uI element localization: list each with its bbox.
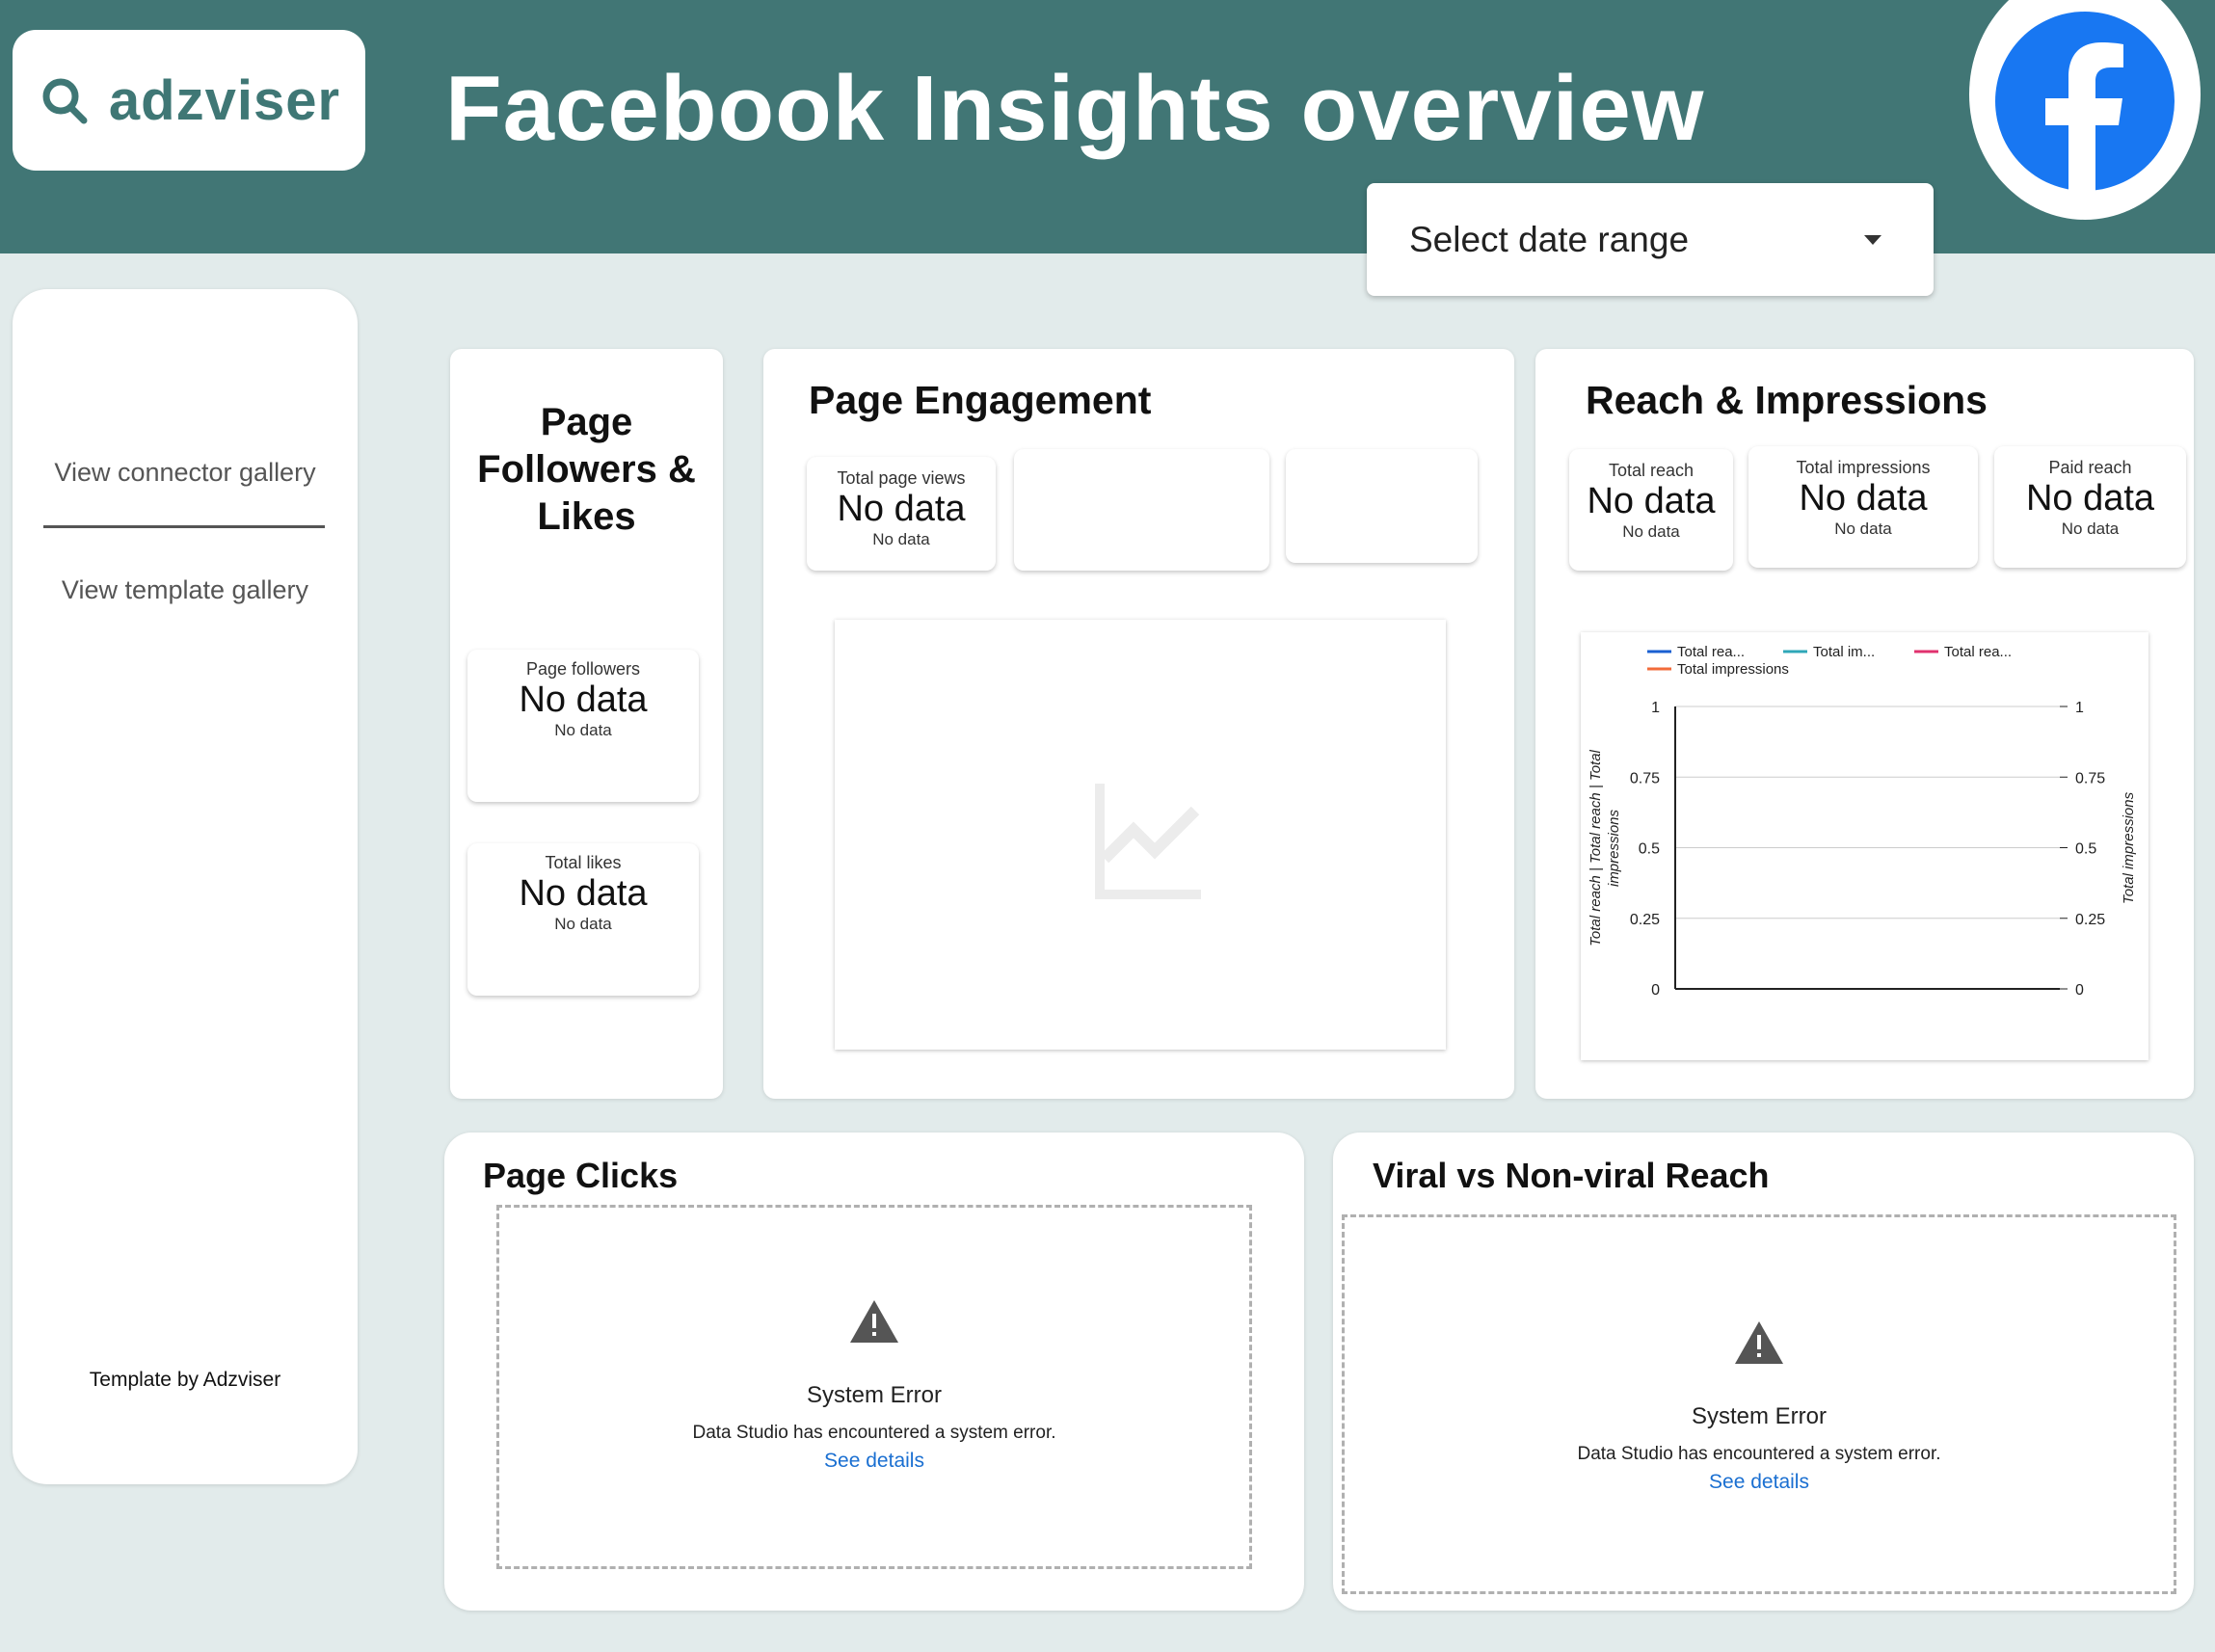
followers-title: Page Followers & Likes <box>477 401 696 538</box>
legend-label: Total rea... <box>1944 644 2012 660</box>
legend-label: Total im... <box>1813 644 1875 660</box>
error-title: System Error <box>806 1382 942 1408</box>
clicks-error-box: System Error Data Studio has encountered… <box>496 1205 1252 1569</box>
see-details-link[interactable]: See details <box>499 1450 1249 1473</box>
line-chart-icon <box>1095 784 1201 899</box>
scorecard-label: Total reach <box>1608 461 1695 480</box>
date-range-label: Select date range <box>1409 219 1690 259</box>
warning-icon <box>850 1300 898 1343</box>
y2-tick-label: 0.5 <box>2075 841 2096 858</box>
brand-name: adzviser <box>108 68 341 132</box>
y2-tick-label: 1 <box>2075 700 2084 716</box>
scorecard-value: No data <box>519 873 648 914</box>
y2-tick-label: 0.75 <box>2075 770 2105 786</box>
reach-title: Reach & Impressions <box>1586 378 1988 422</box>
scorecard-label: Total page views <box>837 468 966 488</box>
legend-label: Total rea... <box>1677 644 1745 660</box>
date-range-picker[interactable]: Select date range <box>1367 183 1934 296</box>
engagement-title: Page Engagement <box>809 378 1152 422</box>
scorecard-comparison: No data <box>1622 522 1680 541</box>
clicks-title: Page Clicks <box>483 1156 679 1195</box>
connector-gallery-link[interactable]: View connector gallery <box>13 458 358 488</box>
y-tick-label: 1 <box>1651 700 1660 716</box>
y-axis-title: Total reach | Total reach | Total <box>1588 749 1604 946</box>
total-impressions-scorecard: Total impressions No data No data <box>1748 446 1978 568</box>
total-likes-scorecard: Total likes No data No data <box>467 843 699 996</box>
scorecard-label: Total likes <box>545 853 622 872</box>
paid-reach-scorecard: Paid reach No data No data <box>1994 446 2186 568</box>
viral-title: Viral vs Non-viral Reach <box>1373 1156 1770 1195</box>
sidebar-divider <box>43 525 325 528</box>
scorecard-comparison: No data <box>554 721 612 739</box>
page-followers-scorecard: Page followers No data No data <box>467 650 699 802</box>
scorecard-value: No data <box>1587 481 1716 521</box>
scorecard-comparison: No data <box>2061 520 2120 538</box>
empty-scorecard <box>1014 449 1269 571</box>
y-axis-title: impressions <box>1606 809 1622 887</box>
y-tick-label: 0.5 <box>1639 841 1660 858</box>
y-tick-label: 0.75 <box>1630 770 1660 786</box>
empty-scorecard <box>1286 449 1478 563</box>
viral-error-box: System Error Data Studio has encountered… <box>1342 1214 2176 1594</box>
scorecard-comparison: No data <box>554 915 612 933</box>
total-reach-scorecard: Total reach No data No data <box>1569 449 1733 571</box>
scorecard-comparison: No data <box>872 530 930 548</box>
reach-chart: Total rea... Total im... Total rea... Total… <box>1581 632 2148 1060</box>
scorecard-value: No data <box>519 679 648 720</box>
y2-tick-label: 0.25 <box>2075 912 2105 928</box>
reach-line-chart: Total rea... Total im... Total rea...Total… <box>1588 644 2137 999</box>
page-title: Facebook Insights overview <box>445 57 1705 160</box>
caret-down-icon <box>1864 234 1881 245</box>
y-tick-label: 0.25 <box>1630 912 1660 928</box>
error-message: Data Studio has encountered a system err… <box>692 1423 1056 1443</box>
error-message: Data Studio has encountered a system err… <box>1577 1444 1941 1464</box>
scorecard-label: Total impressions <box>1796 458 1931 477</box>
scorecard-value: No data <box>837 489 966 529</box>
scorecard-label: Paid reach <box>2048 458 2132 477</box>
viral-panel: Viral vs Non-viral Reach System Error Da… <box>1333 1132 2194 1611</box>
search-icon <box>42 78 88 124</box>
scorecard-value: No data <box>1799 478 1928 519</box>
template-gallery-link[interactable]: View template gallery <box>13 575 358 605</box>
facebook-icon <box>1995 12 2175 191</box>
scorecard-comparison: No data <box>1834 520 1892 538</box>
engagement-chart-placeholder <box>835 620 1446 1050</box>
scorecard-value: No data <box>2025 478 2155 519</box>
scorecard-label: Page followers <box>525 659 641 679</box>
y2-tick-label: 0 <box>2075 982 2084 999</box>
sidebar-footer: Template by Adzviser <box>89 1369 281 1391</box>
adzviser-logo[interactable]: adzviser <box>13 30 365 171</box>
legend-label: Total impressions <box>1677 661 1789 678</box>
sidebar: View connector gallery View template gal… <box>13 289 358 1484</box>
see-details-link[interactable]: See details <box>1345 1471 2174 1494</box>
total-page-views-scorecard: Total page views No data No data <box>807 457 996 571</box>
y-tick-label: 0 <box>1651 982 1660 999</box>
error-title: System Error <box>1691 1403 1827 1429</box>
warning-icon <box>1735 1321 1783 1364</box>
y2-axis-title: Total impressions <box>2121 791 2137 904</box>
clicks-panel: Page Clicks System Error Data Studio has… <box>444 1132 1304 1611</box>
